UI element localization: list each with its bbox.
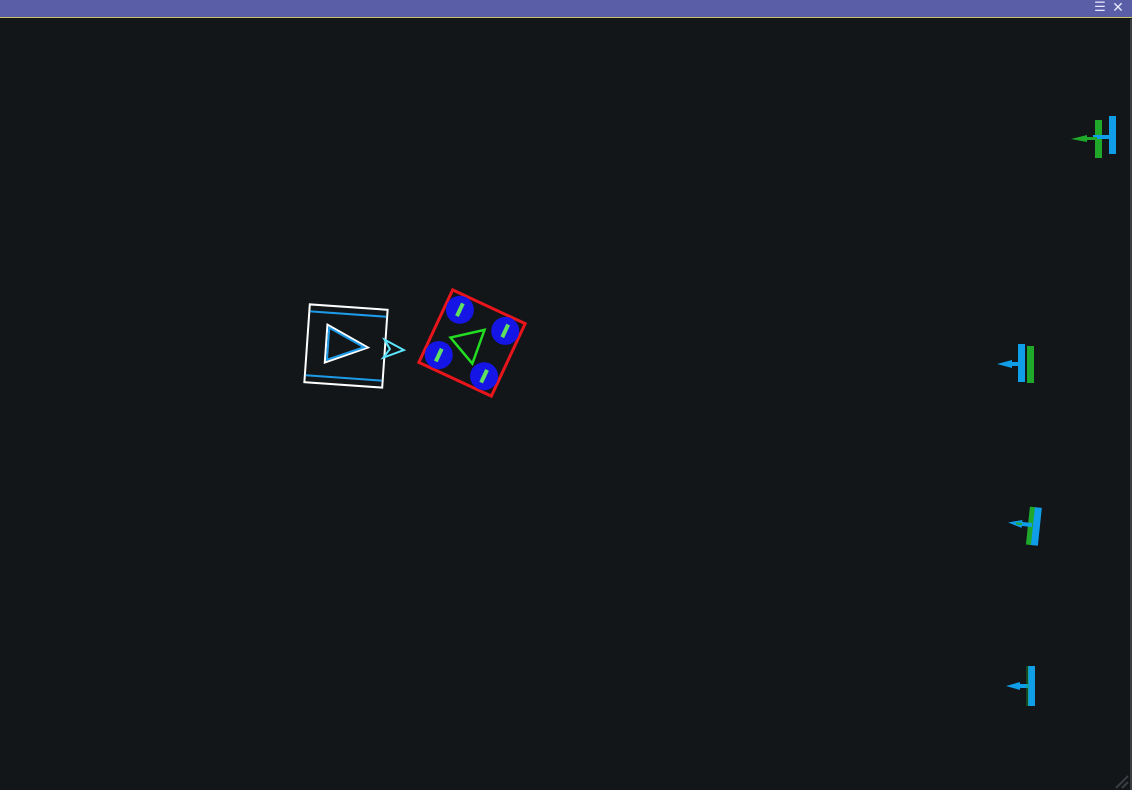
player-heading-outline [323, 323, 371, 365]
player-unit [303, 303, 407, 389]
player-direction-marker [380, 337, 407, 360]
enemy-turret [1008, 506, 1042, 546]
enemy-turret [1006, 666, 1035, 706]
player-heading-inner [325, 326, 367, 362]
game-scene [303, 116, 1129, 789]
robot-heading [448, 328, 487, 367]
robot-unit [416, 287, 528, 399]
robot-wheel [491, 316, 520, 345]
player-inner-top [310, 310, 387, 318]
robot-wheel [445, 295, 474, 324]
enemy-turret [997, 344, 1034, 383]
robot-wheel [424, 341, 453, 370]
enemy-turret [1071, 116, 1116, 158]
resize-grip-icon[interactable] [1115, 775, 1129, 789]
player-inner-bottom [305, 374, 382, 382]
